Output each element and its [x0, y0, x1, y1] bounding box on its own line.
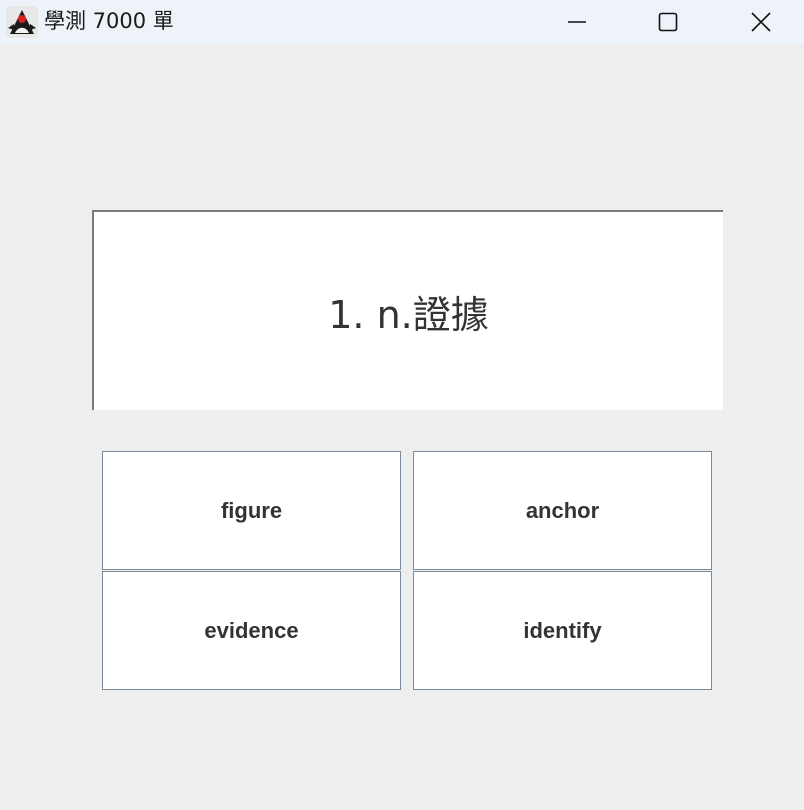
app-window: 學測 7000 單 1. n.證據 figure anchor evidence… [0, 0, 804, 810]
answer-button-4[interactable]: identify [413, 571, 712, 690]
minimize-button[interactable] [554, 0, 600, 44]
maximize-button[interactable] [645, 0, 691, 44]
title-bar[interactable]: 學測 7000 單 [0, 0, 804, 44]
answer-button-3[interactable]: evidence [102, 571, 401, 690]
close-button[interactable] [738, 0, 784, 44]
minimize-icon [567, 12, 587, 32]
java-duke-icon [6, 6, 38, 38]
question-text: 1. n.證據 [328, 292, 489, 337]
answer-button-2[interactable]: anchor [413, 451, 712, 570]
window-title: 學測 7000 單 [44, 9, 174, 33]
question-display: 1. n.證據 [92, 210, 723, 410]
maximize-icon [658, 12, 678, 32]
answer-button-1[interactable]: figure [102, 451, 401, 570]
close-icon [750, 11, 772, 33]
